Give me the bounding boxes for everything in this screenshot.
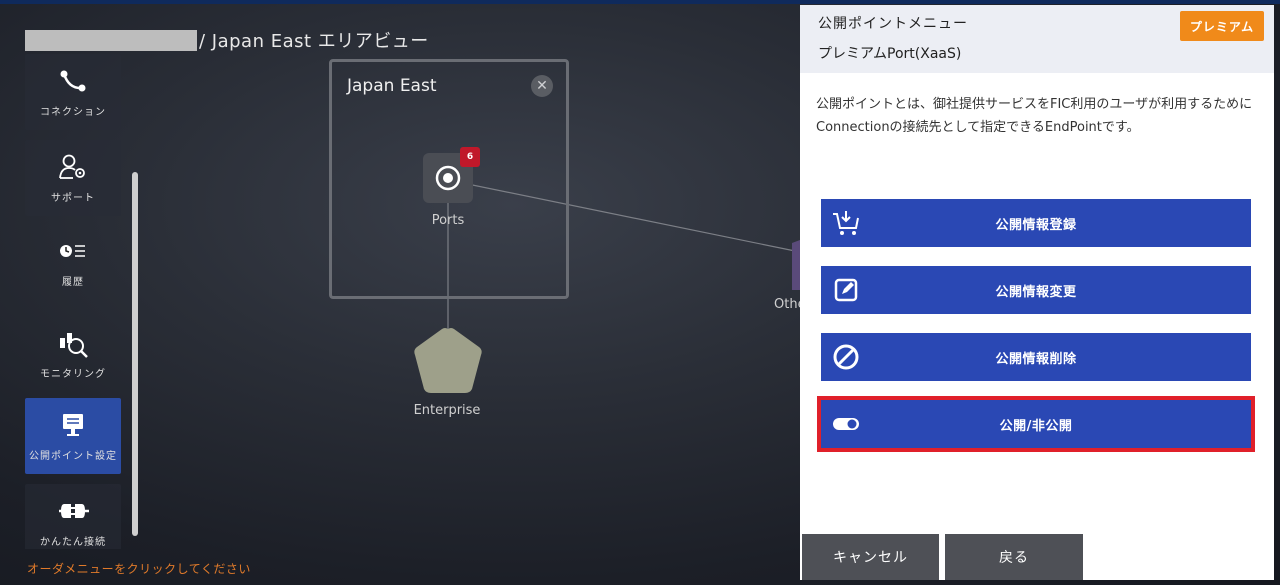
port-target-icon: [435, 165, 461, 191]
sidebar-item-history[interactable]: 履歴: [25, 224, 121, 300]
history-icon: [58, 237, 88, 265]
edit-public-info-button[interactable]: 公開情報変更: [821, 266, 1251, 314]
toggle-public-label: 公開/非公開: [999, 418, 1073, 434]
delete-public-info-button[interactable]: 公開情報削除: [821, 333, 1251, 381]
prohibited-icon: [821, 333, 871, 381]
support-icon: [58, 153, 88, 181]
area-title: Japan East: [347, 76, 437, 96]
order-menu-hint: オーダメニューをクリックしてください: [27, 562, 251, 576]
register-public-info-button[interactable]: 公開情報登録: [821, 199, 1251, 247]
back-button[interactable]: 戻る: [945, 534, 1083, 580]
panel-description: 公開ポイントとは、御社提供サービスをFIC利用のユーザが利用するためにConne…: [816, 97, 1253, 135]
ports-label: Ports: [431, 213, 465, 228]
edit-public-info-label: 公開情報変更: [995, 284, 1077, 300]
sidebar-item-easy-connect[interactable]: かんたん接続: [25, 484, 121, 549]
sidebar-item-support[interactable]: サポート: [25, 140, 121, 216]
sidebar-item-label: サポート: [51, 192, 95, 204]
close-icon[interactable]: ✕: [531, 75, 553, 97]
public-point-menu-panel: 公開ポイントメニュー プレミアムPort(XaaS) プレミアム 公開ポイントと…: [800, 5, 1274, 580]
enterprise-label: Enterprise: [413, 403, 481, 418]
toggle-icon: [821, 400, 871, 448]
sidebar-item-label: コネクション: [40, 106, 106, 118]
easy-connect-icon: [56, 497, 90, 525]
cart-download-icon: [821, 199, 871, 247]
edit-icon: [821, 266, 871, 314]
sidebar-scrollbar[interactable]: [132, 172, 138, 536]
ports-count-badge: 6: [460, 147, 480, 167]
cancel-button[interactable]: キャンセル: [802, 534, 939, 580]
premium-badge: プレミアム: [1180, 11, 1264, 41]
register-public-info-label: 公開情報登録: [995, 217, 1077, 233]
sidebar-item-label: 履歴: [62, 276, 84, 288]
delete-public-info-label: 公開情報削除: [995, 351, 1077, 367]
public-point-icon: [59, 411, 87, 439]
sidebar-item-connection[interactable]: コネクション: [25, 54, 121, 130]
panel-subtitle: プレミアムPort(XaaS): [818, 46, 962, 62]
panel-header: 公開ポイントメニュー プレミアムPort(XaaS) プレミアム: [800, 5, 1274, 73]
enterprise-node[interactable]: [411, 325, 485, 397]
sidebar: コネクション サポート 履歴 モニタリング 公開ポイント設定 かんたん接続: [25, 54, 121, 549]
connection-icon: [59, 67, 87, 95]
sidebar-item-monitoring[interactable]: モニタリング: [25, 316, 121, 392]
sidebar-item-label: 公開ポイント設定: [29, 450, 117, 462]
sidebar-item-label: モニタリング: [40, 368, 106, 380]
toggle-public-button[interactable]: 公開/非公開: [817, 396, 1255, 452]
monitoring-icon: [57, 329, 89, 358]
sidebar-item-label: かんたん接続: [40, 536, 106, 548]
sidebar-item-public-point[interactable]: 公開ポイント設定: [25, 398, 121, 474]
other-node-shape: [792, 240, 800, 290]
